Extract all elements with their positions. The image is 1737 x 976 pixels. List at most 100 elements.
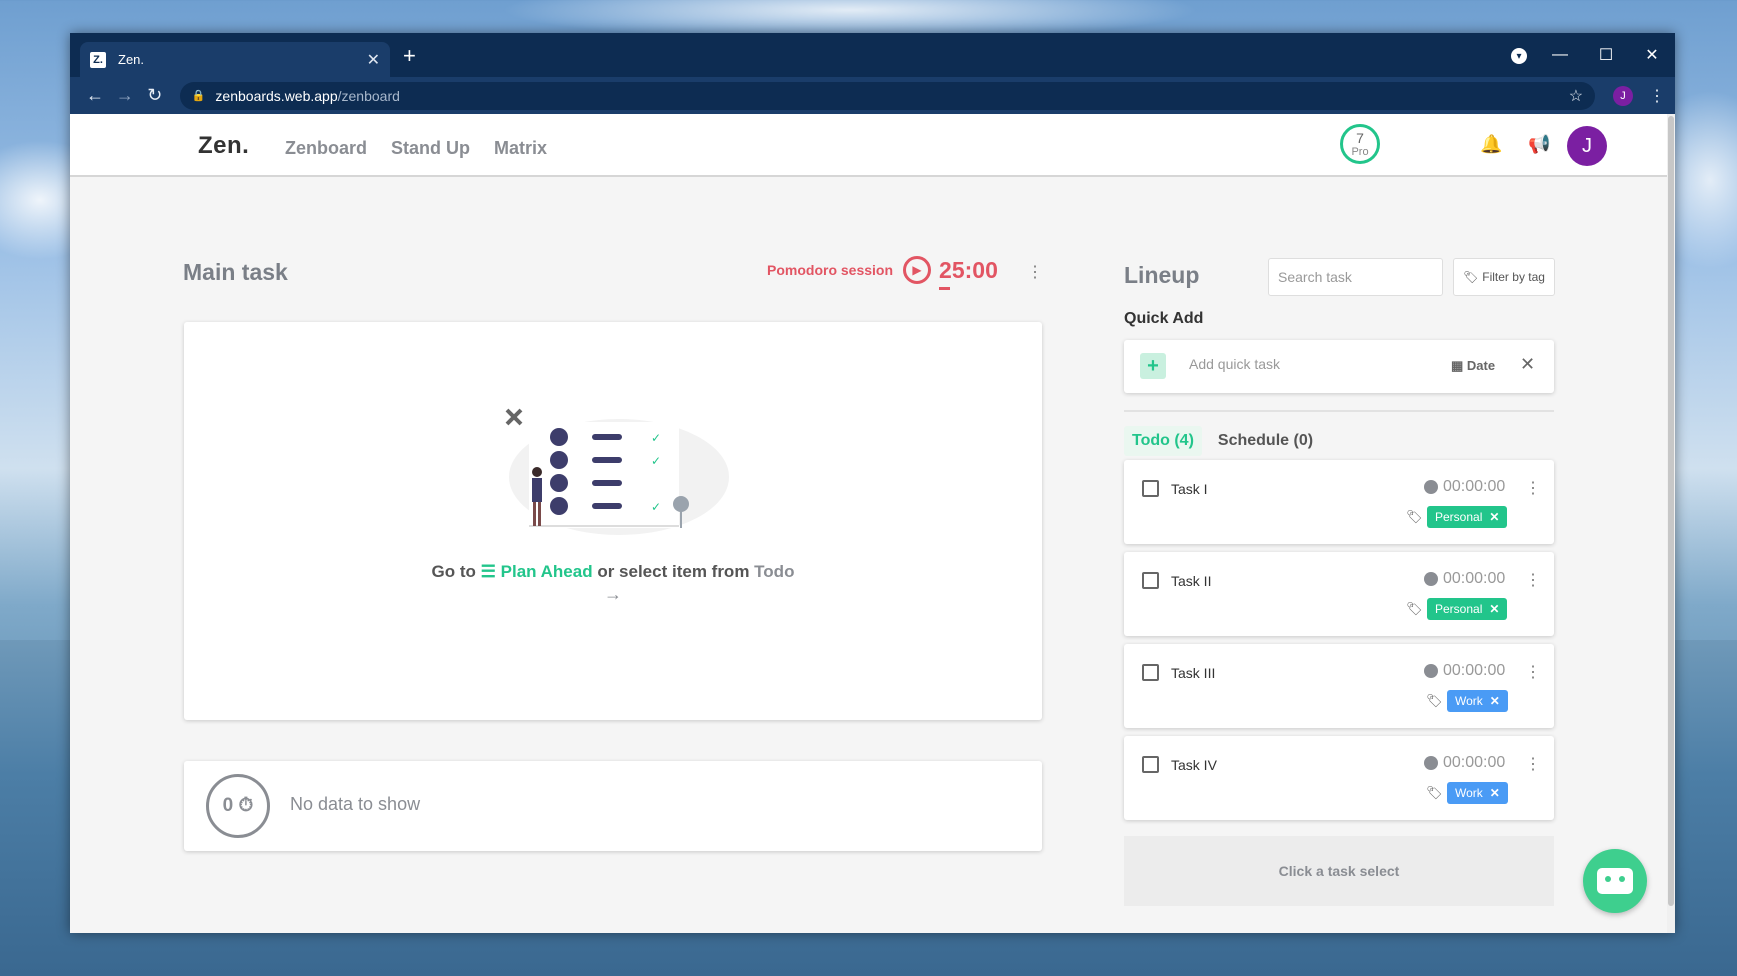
new-tab-icon[interactable]: + bbox=[403, 43, 416, 69]
quick-add-title: Quick Add bbox=[1124, 310, 1204, 327]
todo-link[interactable]: Todo bbox=[754, 562, 794, 581]
chatbot-button[interactable] bbox=[1583, 849, 1647, 913]
browser-tab-bar: Z. Zen. ✕ + ▾ — ☐ ✕ bbox=[70, 33, 1675, 77]
forward-icon[interactable]: → bbox=[110, 85, 140, 106]
add-icon[interactable]: + bbox=[1140, 353, 1166, 379]
tag-badge[interactable]: Personal ✕ bbox=[1427, 598, 1508, 620]
tag-label: Work bbox=[1455, 694, 1483, 708]
tag-badge[interactable]: Work ✕ bbox=[1447, 690, 1508, 712]
filter-label: Filter by tag bbox=[1482, 270, 1545, 284]
tags-icon: 🏷 bbox=[1406, 601, 1423, 616]
task-checkbox[interactable] bbox=[1142, 480, 1159, 497]
task-item[interactable]: Task I 00:00:00 ⋮ 🏷 Personal ✕ bbox=[1124, 460, 1554, 544]
calendar-icon: ▦ bbox=[1451, 358, 1464, 373]
main-task-title: Main task bbox=[183, 259, 288, 285]
maximize-icon[interactable]: ☐ bbox=[1583, 45, 1629, 65]
task-name: Task II bbox=[1171, 573, 1212, 589]
svg-text:✓: ✓ bbox=[651, 500, 661, 514]
task-name: Task IV bbox=[1171, 757, 1217, 773]
reload-icon[interactable]: ↻ bbox=[140, 85, 170, 106]
browser-profile-avatar[interactable]: J bbox=[1613, 85, 1634, 106]
filter-by-tag-button[interactable]: 🏷 Filter by tag bbox=[1453, 258, 1555, 296]
quick-add-card: + Add quick task ▦ Date ✕ bbox=[1124, 340, 1554, 393]
url-path: /zenboard bbox=[337, 87, 400, 104]
nav-matrix[interactable]: Matrix bbox=[494, 138, 547, 159]
remove-tag-icon[interactable]: ✕ bbox=[1490, 694, 1500, 708]
url-host: zenboards.web.app bbox=[215, 87, 338, 104]
stat-ring: 0 ⏱ bbox=[206, 774, 270, 838]
url-input[interactable]: 🔒 zenboards.web.app/zenboard ☆ bbox=[179, 81, 1596, 110]
main-nav: Zenboard Stand Up Matrix bbox=[285, 138, 547, 159]
play-icon[interactable]: ▶ bbox=[903, 256, 932, 284]
clear-icon[interactable]: ✕ bbox=[1520, 354, 1535, 375]
date-button[interactable]: ▦ Date bbox=[1451, 358, 1495, 374]
pomodoro-menu-icon[interactable]: ⋮ bbox=[1027, 262, 1043, 282]
task-item[interactable]: Task III 00:00:00 ⋮ 🏷 Work ✕ bbox=[1124, 644, 1554, 728]
browser-menu-icon[interactable]: ⋮ bbox=[1649, 86, 1665, 106]
lineup-tabs: Todo (4) Schedule (0) bbox=[1124, 426, 1321, 456]
stat-value: 0 bbox=[222, 795, 234, 816]
pomodoro-timer[interactable]: 25:00 bbox=[939, 257, 998, 290]
tab-schedule[interactable]: Schedule (0) bbox=[1210, 426, 1321, 456]
clock-icon bbox=[1424, 664, 1438, 678]
task-checkbox[interactable] bbox=[1142, 756, 1159, 773]
task-timer: 00:00:00 bbox=[1424, 662, 1505, 680]
plan-ahead-label: Plan Ahead bbox=[500, 562, 593, 581]
remove-tag-icon[interactable]: ✕ bbox=[1490, 786, 1500, 800]
main-task-card: ✓ ✓ ✓ Go to ☰ Plan Ahead or select item … bbox=[184, 322, 1042, 720]
tab-search-icon[interactable]: ▾ bbox=[1511, 48, 1527, 64]
search-task-input[interactable]: Search task bbox=[1268, 258, 1443, 296]
bookmark-star-icon[interactable]: ☆ bbox=[1569, 86, 1583, 106]
task-time: 00:00:00 bbox=[1443, 570, 1506, 587]
remove-tag-icon[interactable]: ✕ bbox=[1489, 602, 1499, 616]
quick-task-input[interactable]: Add quick task bbox=[1189, 356, 1280, 372]
robot-icon bbox=[1597, 868, 1633, 894]
app-header: Zen. Zenboard Stand Up Matrix 7 Pro 🔔 📢 … bbox=[70, 114, 1667, 177]
tag-badge[interactable]: Work ✕ bbox=[1447, 782, 1508, 804]
divider bbox=[1124, 410, 1554, 412]
empty-tasks-illustration: ✓ ✓ ✓ bbox=[505, 408, 729, 535]
task-timer: 00:00:00 bbox=[1424, 478, 1505, 496]
page-scrollbar[interactable] bbox=[1667, 114, 1675, 933]
megaphone-icon[interactable]: 📢 bbox=[1528, 134, 1550, 155]
browser-window: Z. Zen. ✕ + ▾ — ☐ ✕ ← → ↻ 🔒 zenboards.we… bbox=[70, 33, 1675, 933]
app-page: Zen. Zenboard Stand Up Matrix 7 Pro 🔔 📢 … bbox=[70, 114, 1667, 933]
browser-tab[interactable]: Z. Zen. ✕ bbox=[80, 42, 390, 77]
task-item[interactable]: Task II 00:00:00 ⋮ 🏷 Personal ✕ bbox=[1124, 552, 1554, 636]
stats-card: 0 ⏱ No data to show bbox=[184, 761, 1042, 851]
task-menu-icon[interactable]: ⋮ bbox=[1525, 570, 1541, 590]
pomodoro-label: Pomodoro session bbox=[767, 262, 894, 278]
task-menu-icon[interactable]: ⋮ bbox=[1525, 754, 1541, 774]
tag-icon: 🏷 bbox=[1463, 270, 1479, 284]
user-avatar[interactable]: J bbox=[1567, 126, 1607, 166]
close-tab-icon[interactable]: ✕ bbox=[367, 50, 380, 70]
task-menu-icon[interactable]: ⋮ bbox=[1525, 478, 1541, 498]
plan-ahead-link[interactable]: ☰ Plan Ahead bbox=[481, 562, 593, 581]
task-time: 00:00:00 bbox=[1443, 662, 1506, 679]
task-menu-icon[interactable]: ⋮ bbox=[1525, 662, 1541, 682]
bell-icon[interactable]: 🔔 bbox=[1480, 134, 1502, 155]
clock-icon bbox=[1424, 756, 1438, 770]
scrollbar-thumb[interactable] bbox=[1668, 116, 1674, 906]
remove-tag-icon[interactable]: ✕ bbox=[1489, 510, 1499, 524]
minimize-icon[interactable]: — bbox=[1537, 46, 1583, 64]
task-timer: 00:00:00 bbox=[1424, 570, 1505, 588]
task-checkbox[interactable] bbox=[1142, 572, 1159, 589]
task-checkbox[interactable] bbox=[1142, 664, 1159, 681]
tab-todo[interactable]: Todo (4) bbox=[1124, 426, 1202, 456]
tag-label: Personal bbox=[1435, 602, 1483, 616]
app-logo[interactable]: Zen. bbox=[198, 132, 249, 160]
nav-zenboard[interactable]: Zenboard bbox=[285, 138, 367, 159]
tags-icon: 🏷 bbox=[1406, 509, 1423, 524]
lock-icon: 🔒 bbox=[191, 90, 206, 102]
pro-streak-badge[interactable]: 7 Pro bbox=[1340, 124, 1380, 164]
close-window-icon[interactable]: ✕ bbox=[1629, 45, 1675, 65]
goto-prefix: Go to bbox=[431, 562, 476, 581]
zen-favicon-icon: Z. bbox=[90, 51, 106, 68]
nav-stand-up[interactable]: Stand Up bbox=[391, 138, 470, 159]
task-item[interactable]: Task IV 00:00:00 ⋮ 🏷 Work ✕ bbox=[1124, 736, 1554, 820]
empty-state-message: Go to ☰ Plan Ahead or select item from T… bbox=[184, 562, 1042, 582]
tag-label: Personal bbox=[1435, 510, 1483, 524]
tag-badge[interactable]: Personal ✕ bbox=[1427, 506, 1508, 528]
back-icon[interactable]: ← bbox=[80, 85, 110, 106]
